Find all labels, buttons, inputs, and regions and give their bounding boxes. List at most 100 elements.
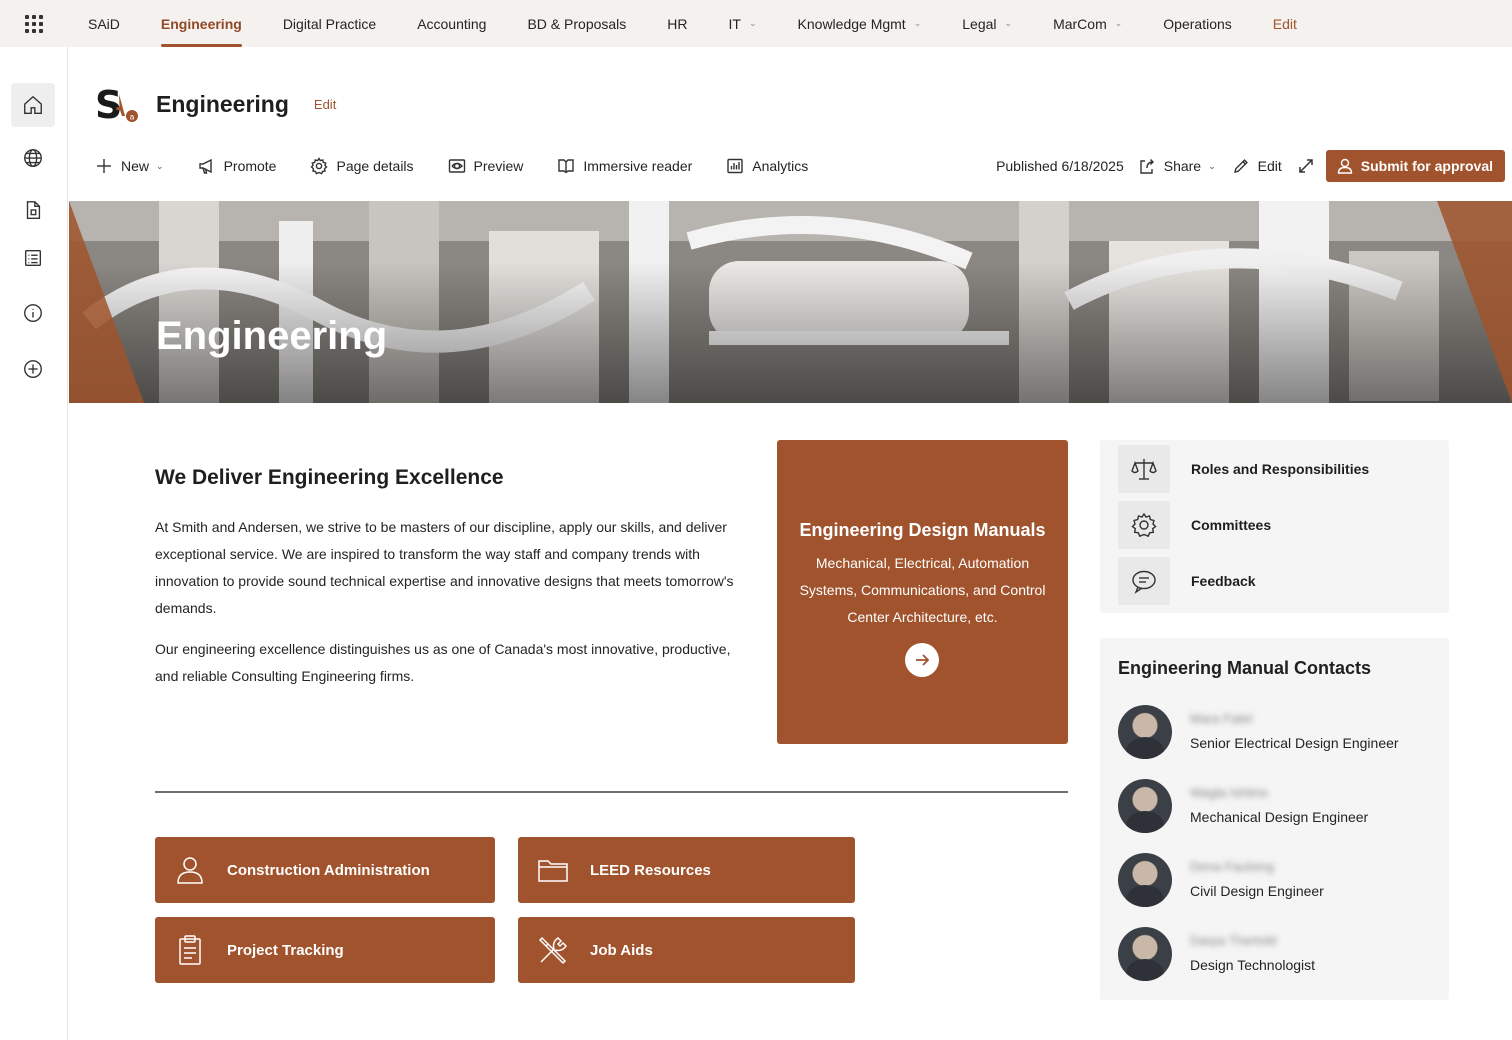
nav-item-hr[interactable]: HR [667,0,687,47]
feature-description: Mechanical, Electrical, Automation Syste… [799,555,1046,625]
nav-item-said[interactable]: SAiD [88,0,120,47]
svg-text:a: a [130,113,135,122]
manual-contacts-panel: Engineering Manual Contacts Mara Fatel S… [1100,638,1449,1000]
avatar [1118,927,1172,981]
chevron-down-icon: ⌄ [748,18,757,28]
preview-button[interactable]: Preview [448,157,523,175]
globe-icon [24,149,42,167]
expand-icon [1299,159,1313,173]
nav-item-engineering[interactable]: Engineering [160,0,242,47]
share-label: Share [1163,158,1202,174]
info-button[interactable] [11,291,55,335]
svg-text:S: S [95,83,122,126]
quicklink-leed-resources[interactable]: LEED Resources [518,837,855,903]
site-header: S a Engineering Edit [95,82,336,127]
site-logo[interactable]: S a [95,82,139,127]
nav-item-label: Digital Practice [282,15,377,32]
nav-item-digital-practice[interactable]: Digital Practice [283,0,376,47]
nav-item-it[interactable]: IT ⌄ [729,0,757,47]
create-button[interactable] [11,347,55,391]
analytics-icon [727,158,743,174]
contact-name: Dena Faulsing [1190,859,1274,874]
nav-item-bd-proposals[interactable]: BD & Proposals [527,0,626,47]
hero-title: Engineering [156,314,388,358]
hero-banner: Engineering [69,201,1512,403]
chevron-down-icon: ⌄ [913,18,922,28]
site-edit-link[interactable]: Edit [314,97,336,112]
right-links-panel: Roles and Responsibilities Committees Fe… [1100,440,1449,613]
link-committees[interactable]: Committees [1118,501,1271,549]
quicklink-label: LEED Resources [590,861,711,879]
link-feedback[interactable]: Feedback [1118,557,1256,605]
my-files-button[interactable] [11,188,55,232]
chevron-down-icon: ⌄ [1208,160,1216,171]
nav-item-legal[interactable]: Legal ⌄ [962,0,1012,47]
link-label: Committees [1191,517,1272,533]
nav-item-knowledge-mgmt[interactable]: Knowledge Mgmt ⌄ [798,0,922,47]
section-divider [155,791,1068,793]
quicklink-label: Project Tracking [227,941,344,959]
avatar [1118,853,1172,907]
contact-card[interactable]: Darpa Thertold Design Technologist [1118,927,1438,981]
nav-item-label: SAiD [88,15,120,32]
lists-button[interactable] [11,236,55,280]
scales-icon [1131,459,1157,480]
analytics-label: Analytics [752,158,809,174]
analytics-button[interactable]: Analytics [726,157,808,175]
nav-edit-link[interactable]: Edit [1273,0,1297,47]
immersive-reader-label: Immersive reader [583,158,693,174]
expand-button[interactable] [1298,158,1314,174]
feature-title: Engineering Design Manuals [799,520,1046,540]
pencil-icon [1233,159,1248,173]
contact-name: Wagla Ishtino [1190,785,1269,800]
link-label: Roles and Responsibilities [1191,461,1370,477]
avatar [1118,705,1172,759]
hero-accent-left [69,201,144,403]
contact-role: Mechanical Design Engineer [1190,809,1369,825]
nav-item-label: Legal [962,15,997,32]
clipboard-icon [179,935,201,965]
home-icon [24,95,42,114]
quicklink-label: Construction Administration [227,861,430,879]
submit-for-approval-button[interactable]: Submit for approval [1325,150,1505,182]
contact-card[interactable]: Wagla Ishtino Mechanical Design Engineer [1118,779,1438,833]
submit-label: Submit for approval [1360,158,1493,174]
app-launcher-button[interactable] [0,0,68,47]
nav-item-operations[interactable]: Operations [1163,0,1231,47]
person-icon [1337,158,1352,174]
share-button[interactable]: Share ⌄ [1138,157,1216,175]
contact-name: Darpa Thertold [1190,933,1277,948]
quicklink-label: Job Aids [590,941,653,959]
page-details-label: Page details [336,158,414,174]
contact-card[interactable]: Mara Fatel Senior Electrical Design Engi… [1118,705,1438,759]
add-icon [24,360,42,378]
link-roles-and-responsibilities[interactable]: Roles and Responsibilities [1118,445,1369,493]
immersive-reader-button[interactable]: Immersive reader [557,157,692,175]
hero-overlay [69,201,1512,403]
avatar [1118,779,1172,833]
smith-andersen-logo: S a [95,83,138,127]
contacts-heading: Engineering Manual Contacts [1118,658,1372,678]
nav-item-label: HR [667,15,688,32]
feature-arrow-button[interactable] [905,643,939,677]
nav-item-marcom[interactable]: MarCom ⌄ [1053,0,1122,47]
home-button[interactable] [11,83,55,127]
quicklink-construction-administration[interactable]: Construction Administration [155,837,495,903]
contact-card[interactable]: Dena Faulsing Civil Design Engineer [1118,853,1438,907]
arrow-right-icon [916,654,930,666]
promote-button[interactable]: Promote [198,157,276,175]
sites-button[interactable] [11,136,55,180]
edit-page-button[interactable]: Edit [1232,157,1282,175]
share-icon [1140,159,1154,174]
quicklink-project-tracking[interactable]: Project Tracking [155,917,495,983]
new-button[interactable]: New ⌄ [95,157,164,175]
nav-item-label: BD & Proposals [527,15,627,32]
nav-item-accounting[interactable]: Accounting [417,0,486,47]
design-manuals-card[interactable]: Engineering Design Manuals Mechanical, E… [777,440,1068,744]
contact-role: Senior Electrical Design Engineer [1190,735,1399,751]
page-details-button[interactable]: Page details [310,157,414,175]
quicklink-job-aids[interactable]: Job Aids [518,917,855,983]
intro-heading: We Deliver Engineering Excellence [155,466,504,489]
site-title[interactable]: Engineering [156,91,289,118]
nav-item-label: MarCom [1053,15,1107,32]
